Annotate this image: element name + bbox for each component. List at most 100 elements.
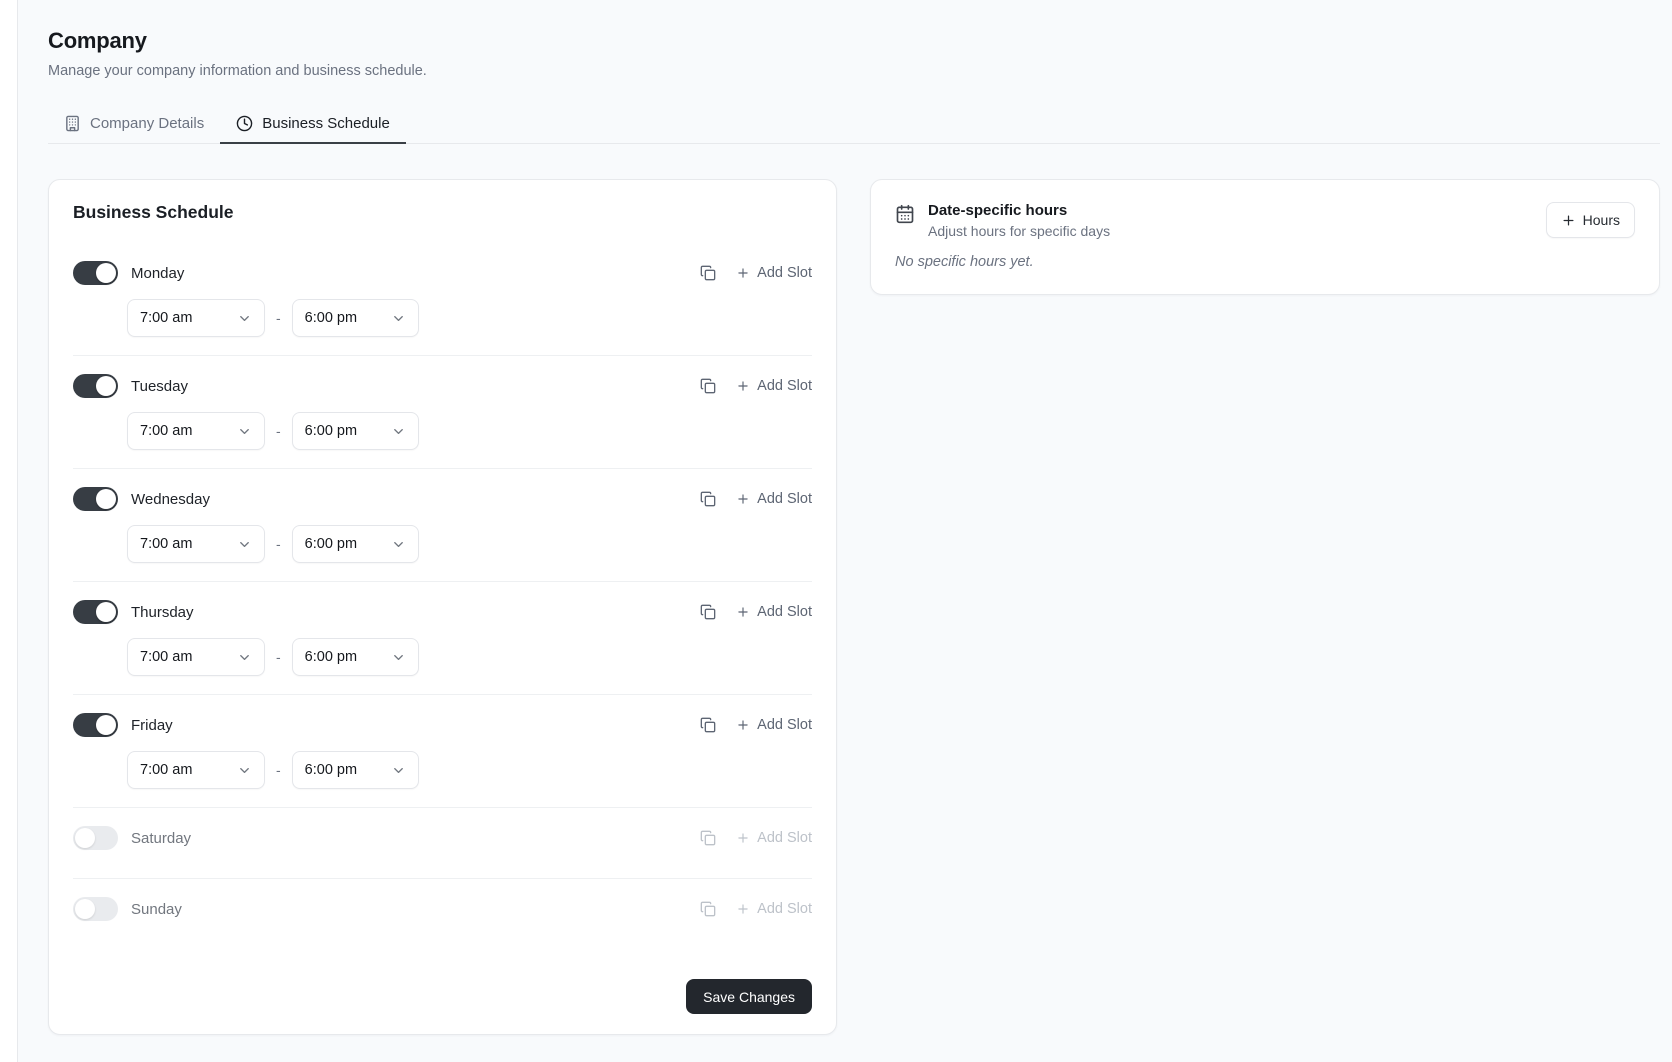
wednesday-start-time-select[interactable]: 7:00 am — [127, 525, 265, 563]
plus-icon — [736, 379, 750, 393]
day-actions: Add Slot — [700, 491, 812, 507]
toggle-knob — [96, 376, 116, 396]
date-specific-hours-card: Date-specific hours Adjust hours for spe… — [870, 179, 1660, 295]
day-actions: Add Slot — [700, 901, 812, 917]
page-subtitle: Manage your company information and busi… — [48, 63, 1660, 79]
date-specific-subtitle: Adjust hours for specific days — [928, 223, 1110, 239]
date-specific-title: Date-specific hours — [928, 202, 1110, 219]
toggle-knob — [96, 715, 116, 735]
day-label: Saturday — [131, 830, 700, 847]
plus-icon — [736, 718, 750, 732]
sunday-toggle[interactable] — [73, 897, 118, 921]
add-slot-label: Add Slot — [757, 491, 812, 507]
sunday-copy-button[interactable] — [700, 901, 716, 917]
business-schedule-card: Business Schedule Monday Add Slot — [48, 179, 837, 1035]
day-header: Sunday Add Slot — [73, 897, 812, 921]
save-changes-button[interactable]: Save Changes — [686, 979, 812, 1014]
plus-icon — [736, 831, 750, 845]
thursday-end-time-select[interactable]: 6:00 pm — [292, 638, 419, 676]
end-time-value: 6:00 pm — [305, 423, 357, 439]
day-header: Friday Add Slot — [73, 713, 812, 737]
thursday-add-slot-button[interactable]: Add Slot — [736, 604, 812, 620]
day-header: Tuesday Add Slot — [73, 374, 812, 398]
friday-end-time-select[interactable]: 6:00 pm — [292, 751, 419, 789]
day-label: Thursday — [131, 604, 700, 621]
save-row: Save Changes — [73, 979, 812, 1014]
chevron-down-icon — [237, 424, 252, 439]
tuesday-add-slot-button[interactable]: Add Slot — [736, 378, 812, 394]
date-specific-titles: Date-specific hours Adjust hours for spe… — [928, 202, 1110, 239]
day-label: Monday — [131, 265, 700, 282]
day-section-sunday: Sunday Add Slot — [73, 897, 812, 921]
end-time-value: 6:00 pm — [305, 536, 357, 552]
start-time-value: 7:00 am — [140, 649, 192, 665]
tab-business-schedule[interactable]: Business Schedule — [220, 105, 406, 144]
sunday-add-slot-button[interactable]: Add Slot — [736, 901, 812, 917]
add-slot-label: Add Slot — [757, 717, 812, 733]
thursday-toggle[interactable] — [73, 600, 118, 624]
slot-separator: - — [276, 310, 281, 326]
start-time-value: 7:00 am — [140, 762, 192, 778]
saturday-copy-button[interactable] — [700, 830, 716, 846]
wednesday-toggle[interactable] — [73, 487, 118, 511]
toggle-knob — [96, 602, 116, 622]
thursday-start-time-select[interactable]: 7:00 am — [127, 638, 265, 676]
plus-icon — [1561, 213, 1576, 228]
chevron-down-icon — [391, 763, 406, 778]
friday-toggle[interactable] — [73, 713, 118, 737]
day-section-friday: Friday Add Slot 7:00 am — [73, 713, 812, 808]
chevron-down-icon — [237, 537, 252, 552]
saturday-add-slot-button[interactable]: Add Slot — [736, 830, 812, 846]
day-section-monday: Monday Add Slot 7:00 am — [73, 261, 812, 356]
empty-state-text: No specific hours yet. — [895, 254, 1635, 270]
toggle-knob — [75, 828, 95, 848]
add-slot-label: Add Slot — [757, 901, 812, 917]
day-actions: Add Slot — [700, 265, 812, 281]
time-slot-row: 7:00 am - 6:00 pm — [127, 299, 812, 337]
slot-separator: - — [276, 762, 281, 778]
day-section-thursday: Thursday Add Slot 7:00 am — [73, 600, 812, 695]
copy-icon — [700, 491, 716, 507]
day-header: Saturday Add Slot — [73, 826, 812, 850]
copy-icon — [700, 604, 716, 620]
start-time-value: 7:00 am — [140, 423, 192, 439]
day-label: Wednesday — [131, 491, 700, 508]
monday-toggle[interactable] — [73, 261, 118, 285]
monday-add-slot-button[interactable]: Add Slot — [736, 265, 812, 281]
wednesday-add-slot-button[interactable]: Add Slot — [736, 491, 812, 507]
calendar-days-icon — [895, 204, 915, 224]
copy-icon — [700, 717, 716, 733]
chevron-down-icon — [391, 311, 406, 326]
add-slot-label: Add Slot — [757, 265, 812, 281]
day-actions: Add Slot — [700, 717, 812, 733]
day-label: Friday — [131, 717, 700, 734]
day-section-tuesday: Tuesday Add Slot 7:00 am — [73, 374, 812, 469]
monday-start-time-select[interactable]: 7:00 am — [127, 299, 265, 337]
time-slot-row: 7:00 am - 6:00 pm — [127, 525, 812, 563]
friday-start-time-select[interactable]: 7:00 am — [127, 751, 265, 789]
tuesday-end-time-select[interactable]: 6:00 pm — [292, 412, 419, 450]
friday-add-slot-button[interactable]: Add Slot — [736, 717, 812, 733]
add-hours-button[interactable]: Hours — [1546, 202, 1635, 238]
copy-icon — [700, 378, 716, 394]
saturday-toggle[interactable] — [73, 826, 118, 850]
tuesday-start-time-select[interactable]: 7:00 am — [127, 412, 265, 450]
chevron-down-icon — [391, 537, 406, 552]
add-slot-label: Add Slot — [757, 830, 812, 846]
tuesday-copy-button[interactable] — [700, 378, 716, 394]
monday-end-time-select[interactable]: 6:00 pm — [292, 299, 419, 337]
wednesday-copy-button[interactable] — [700, 491, 716, 507]
thursday-copy-button[interactable] — [700, 604, 716, 620]
friday-copy-button[interactable] — [700, 717, 716, 733]
plus-icon — [736, 266, 750, 280]
day-actions: Add Slot — [700, 604, 812, 620]
wednesday-end-time-select[interactable]: 6:00 pm — [292, 525, 419, 563]
end-time-value: 6:00 pm — [305, 649, 357, 665]
chevron-down-icon — [237, 311, 252, 326]
tuesday-toggle[interactable] — [73, 374, 118, 398]
plus-icon — [736, 605, 750, 619]
tab-company-details[interactable]: Company Details — [48, 105, 220, 144]
day-header: Thursday Add Slot — [73, 600, 812, 624]
toggle-knob — [96, 489, 116, 509]
monday-copy-button[interactable] — [700, 265, 716, 281]
